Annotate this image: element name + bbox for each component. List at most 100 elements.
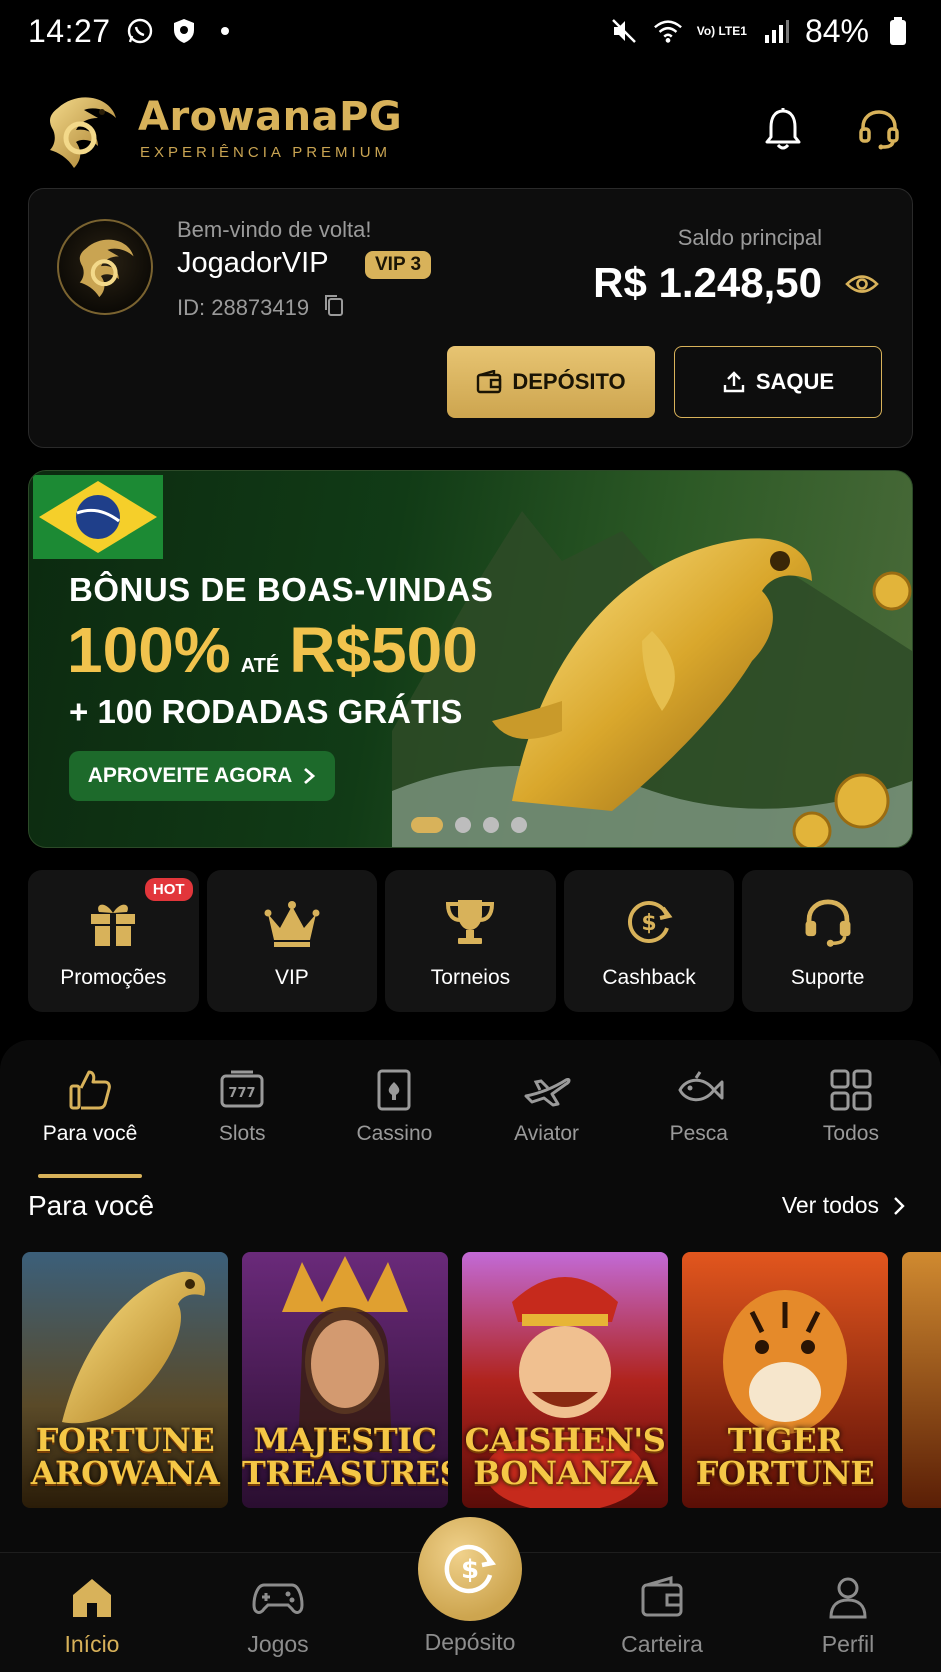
user-id-row: ID: 28873419 (177, 293, 345, 323)
nav-deposito-label[interactable]: Depósito (410, 1629, 530, 1656)
support-header-button[interactable] (852, 102, 906, 156)
banner-amount: 100% ATÉ R$500 (67, 613, 478, 687)
card-icon (377, 1069, 411, 1111)
tab-label: Slots (218, 1122, 266, 1145)
arowana-logo-icon (38, 88, 124, 174)
quick-action-label: Torneios (430, 966, 511, 989)
cashback-icon: $ (628, 901, 673, 943)
battery-percent: 84% (804, 12, 869, 49)
avatar[interactable] (57, 219, 153, 315)
game-card-fortune-arowana[interactable]: FORTUNE AROWANA (22, 1252, 228, 1508)
nav-label: Início (64, 1631, 120, 1657)
account-card: Bem-vindo de volta! JogadorVIP VIP 3 ID:… (28, 188, 913, 448)
tab-label: Aviator (514, 1122, 580, 1145)
status-bar: 14:27 Vo) LTE1 84% (0, 0, 941, 62)
promo-banner[interactable]: BÔNUS DE BOAS-VINDAS 100% ATÉ R$500 + 10… (28, 470, 913, 848)
game-title: MAJESTIC TREASURES (242, 1421, 448, 1492)
tab-label: Cassino (356, 1122, 433, 1145)
pagination-dot[interactable] (455, 817, 471, 833)
tab-cassino[interactable]: Cassino (334, 1068, 454, 1178)
wallet-icon (641, 1576, 683, 1617)
status-time: 14:27 (28, 12, 111, 49)
quick-action-label: VIP (274, 966, 309, 989)
tab-label: Todos (822, 1122, 879, 1145)
chevron-right-icon (304, 767, 316, 785)
nav-inicio[interactable]: Início (32, 1575, 152, 1658)
pagination-dot[interactable] (483, 817, 499, 833)
banner-until: ATÉ (240, 655, 280, 677)
section-title: Para você (28, 1190, 155, 1221)
battery-icon (883, 16, 913, 46)
nav-jogos[interactable]: Jogos (218, 1575, 338, 1658)
tab-slots[interactable]: 777 Slots (182, 1068, 302, 1178)
tab-todos[interactable]: Todos (791, 1068, 911, 1178)
nav-label: Jogos (247, 1631, 309, 1657)
games-panel: Para você 777 Slots Cassino Aviator Pesc… (0, 1040, 941, 1560)
brand-tagline: EXPERIÊNCIA PREMIUM (140, 144, 392, 161)
fish-icon (678, 1071, 724, 1102)
username: JogadorVIP (177, 247, 329, 279)
nav-perfil[interactable]: Perfil (788, 1575, 908, 1658)
pagination-dot[interactable] (511, 817, 527, 833)
game-card-partial[interactable] (902, 1252, 941, 1508)
quick-action-vip[interactable]: VIP (206, 870, 378, 1012)
quick-action-label: Promoções (60, 966, 167, 989)
user-icon (829, 1577, 867, 1619)
gift-icon (91, 904, 136, 946)
copy-id-button[interactable] (323, 293, 345, 323)
tab-para-voce[interactable]: Para você (30, 1068, 150, 1178)
deposit-coin-icon: $ (444, 1544, 497, 1594)
quick-action-promocoes[interactable]: HOT Promoções (28, 870, 199, 1012)
thumbs-up-icon (69, 1070, 111, 1110)
game-card-caishens-bonanza[interactable]: CAISHEN'S BONANZA (462, 1252, 668, 1508)
home-icon (73, 1579, 111, 1617)
arowana-avatar-icon (79, 239, 134, 298)
brazil-flag-icon (33, 475, 163, 559)
balance-value: R$ 1.248,50 (593, 259, 822, 306)
banner-cta-button[interactable]: APROVEITE AGORA (69, 751, 335, 801)
headset-icon (859, 110, 899, 150)
brand-name: ArowanaPG (138, 94, 403, 140)
toggle-balance-button[interactable] (842, 267, 882, 301)
category-tabs: Para você 777 Slots Cassino Aviator Pesc… (30, 1068, 911, 1178)
deposit-fab-button[interactable]: $ (418, 1517, 522, 1621)
tab-aviator[interactable]: Aviator (487, 1068, 607, 1178)
grid-icon (830, 1069, 872, 1111)
notification-dot (220, 27, 229, 35)
quick-action-cashback[interactable]: $ Cashback (563, 870, 735, 1012)
game-card-majestic-treasures[interactable]: MAJESTIC TREASURES (242, 1252, 448, 1508)
notifications-button[interactable] (756, 102, 810, 156)
svg-text:777: 777 (229, 1086, 256, 1101)
signal-icon (761, 16, 791, 46)
pagination-dot[interactable] (411, 817, 443, 833)
eye-icon (845, 275, 879, 293)
deposit-button[interactable]: DEPÓSITO (447, 346, 655, 418)
game-title: TIGER FORTUNE (695, 1421, 875, 1492)
withdraw-button-label: SAQUE (755, 369, 835, 394)
tab-pesca[interactable]: Pesca (639, 1068, 759, 1178)
quick-action-suporte[interactable]: Suporte (742, 870, 913, 1012)
shield-icon (169, 16, 199, 46)
game-card-tiger-fortune[interactable]: TIGER FORTUNE (682, 1252, 888, 1508)
quick-action-label: Suporte (790, 966, 865, 989)
trophy-icon (446, 900, 495, 944)
game-title: CAISHEN'S BONANZA (464, 1421, 666, 1492)
copy-icon (325, 295, 344, 316)
active-tab-indicator (38, 1174, 142, 1178)
quick-actions: HOT Promoções VIP Torneios $ Cashback Su… (28, 870, 913, 1012)
svg-text:$: $ (641, 911, 656, 936)
plane-icon (524, 1078, 571, 1107)
wifi-icon (653, 16, 683, 46)
banner-percent: 100% (67, 614, 231, 686)
volte-indicator: Vo) LTE1 (696, 24, 747, 38)
crown-icon (264, 901, 320, 947)
banner-cta-label: APROVEITE AGORA (87, 764, 293, 787)
nav-label: Carteira (621, 1631, 703, 1657)
nav-carteira[interactable]: Carteira (602, 1575, 722, 1658)
slot-machine-icon: 777 (220, 1070, 264, 1108)
bottom-navigation: Início Jogos $ Depósito Carteira Perfil (0, 1517, 941, 1672)
quick-action-torneios[interactable]: Torneios (385, 870, 556, 1012)
withdraw-button[interactable]: SAQUE (674, 346, 882, 418)
nav-label: Perfil (821, 1631, 875, 1657)
see-all-link[interactable]: Ver todos (782, 1192, 905, 1219)
